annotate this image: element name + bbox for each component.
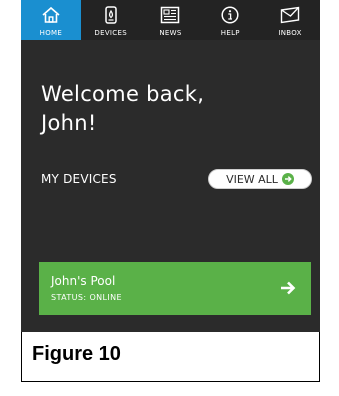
arrow-right-icon [281, 281, 296, 295]
welcome-line-1: Welcome back, [41, 82, 205, 106]
device-status: STATUS: ONLINE [51, 293, 122, 302]
device-name: John's Pool [51, 274, 116, 288]
nav-item-help[interactable]: HELP [200, 0, 260, 40]
figure-frame: HOME DEVICES NEWS HELP INBOX Welcome bac… [0, 0, 339, 396]
my-devices-title: MY DEVICES [41, 172, 117, 186]
envelope-icon [280, 6, 300, 24]
device-card-pool[interactable]: John's Pool STATUS: ONLINE [39, 262, 311, 315]
top-nav: HOME DEVICES NEWS HELP INBOX [21, 0, 320, 40]
welcome-line-2: John! [41, 111, 97, 135]
arrow-circle-icon [281, 173, 294, 185]
info-icon [221, 6, 239, 24]
figure-caption: Figure 10 [32, 343, 121, 365]
news-icon [161, 6, 180, 24]
view-all-label: VIEW ALL [226, 172, 278, 186]
nav-item-news[interactable]: NEWS [141, 0, 201, 40]
figure-caption-box: Figure 10 [21, 332, 320, 382]
nav-item-home[interactable]: HOME [21, 0, 81, 40]
nav-label-news: NEWS [159, 29, 182, 37]
nav-item-devices[interactable]: DEVICES [81, 0, 141, 40]
view-all-button[interactable]: VIEW ALL [208, 169, 312, 189]
welcome-heading: Welcome back, John! [41, 80, 301, 138]
device-icon [104, 6, 117, 24]
nav-label-help: HELP [220, 29, 240, 37]
nav-item-inbox[interactable]: INBOX [260, 0, 320, 40]
nav-label-home: HOME [39, 29, 63, 37]
nav-label-inbox: INBOX [278, 29, 302, 37]
app-screen: HOME DEVICES NEWS HELP INBOX Welcome bac… [21, 0, 320, 332]
nav-label-devices: DEVICES [94, 29, 127, 37]
home-icon [42, 6, 60, 23]
